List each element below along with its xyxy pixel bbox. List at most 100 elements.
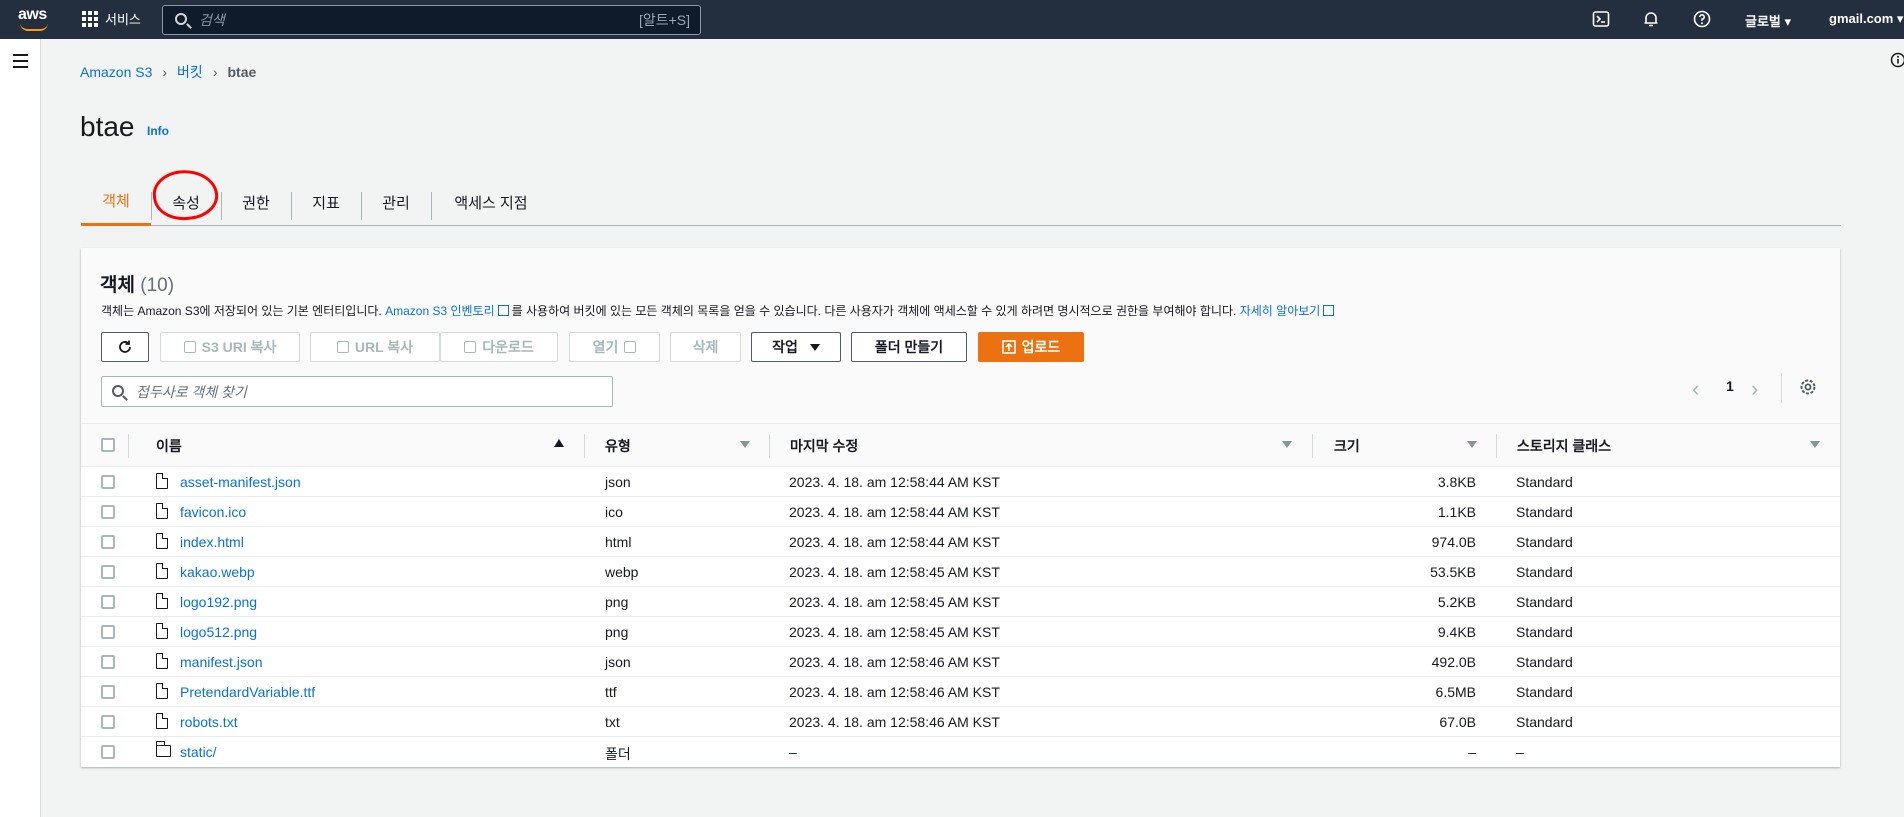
row-checkbox[interactable] <box>101 655 115 669</box>
object-modified: 2023. 4. 18. am 12:58:45 AM KST <box>789 594 1000 610</box>
table-row[interactable]: static/ 폴더 – – – <box>81 737 1840 767</box>
column-type[interactable]: 유형 <box>605 436 631 456</box>
row-checkbox[interactable] <box>101 535 115 549</box>
actions-dropdown[interactable]: 작업 <box>751 332 841 362</box>
row-checkbox[interactable] <box>101 475 115 489</box>
object-type: json <box>605 654 631 670</box>
download-icon <box>464 341 477 353</box>
tab-permissions[interactable]: 권한 <box>221 178 291 226</box>
copy-url-label: URL 복사 <box>354 339 414 355</box>
object-name-link[interactable]: logo192.png <box>180 594 257 610</box>
tab-management[interactable]: 관리 <box>361 178 431 226</box>
table-row[interactable]: manifest.json json 2023. 4. 18. am 12:58… <box>81 647 1840 677</box>
tab-access-points[interactable]: 액세스 지점 <box>431 178 551 226</box>
object-name-link[interactable]: manifest.json <box>180 654 262 670</box>
table-header: 이름 유형 마지막 수정 크기 스토리지 클래스 <box>81 423 1840 467</box>
object-name-link[interactable]: asset-manifest.json <box>180 474 301 490</box>
top-navigation: aws 서비스 검색 [알트+S] 글로벌 ▾ gmail.com ▾ <box>0 0 1904 39</box>
create-folder-button[interactable]: 폴더 만들기 <box>851 332 967 362</box>
row-checkbox[interactable] <box>101 685 115 699</box>
object-modified: – <box>789 744 797 760</box>
services-menu[interactable]: 서비스 <box>82 9 141 28</box>
sort-icon[interactable] <box>1467 441 1477 448</box>
external-link-icon <box>1323 305 1335 316</box>
object-name-link[interactable]: kakao.webp <box>180 564 255 580</box>
sort-icon[interactable] <box>1282 441 1292 448</box>
bell-icon[interactable] <box>1642 10 1660 28</box>
row-checkbox[interactable] <box>101 565 115 579</box>
sort-icon[interactable] <box>1810 441 1820 448</box>
object-name-link[interactable]: static/ <box>180 744 217 760</box>
breadcrumb-amazon-s3[interactable]: Amazon S3 <box>80 64 152 80</box>
next-page-icon[interactable]: › <box>1751 376 1758 402</box>
object-size: – <box>1468 744 1476 760</box>
sort-icon[interactable] <box>740 441 750 448</box>
table-row[interactable]: logo512.png png 2023. 4. 18. am 12:58:45… <box>81 617 1840 647</box>
hamburger-menu-icon[interactable] <box>13 54 28 72</box>
file-icon <box>156 623 168 639</box>
object-name-link[interactable]: favicon.ico <box>180 504 246 520</box>
column-last-modified[interactable]: 마지막 수정 <box>790 436 858 456</box>
object-name-link[interactable]: robots.txt <box>180 714 238 730</box>
caret-down-icon <box>809 343 820 351</box>
column-divider <box>769 434 770 458</box>
sort-ascending-icon[interactable] <box>554 439 564 447</box>
table-row[interactable]: index.html html 2023. 4. 18. am 12:58:44… <box>81 527 1840 557</box>
copy-s3-uri-button[interactable]: S3 URI 복사 <box>160 332 300 362</box>
column-divider <box>128 434 129 458</box>
inventory-link[interactable]: Amazon S3 인벤토리 <box>385 304 495 318</box>
tab-metrics[interactable]: 지표 <box>291 178 361 226</box>
cloudshell-icon[interactable] <box>1592 10 1610 28</box>
row-checkbox[interactable] <box>101 745 115 759</box>
objects-title: 객체 (10) <box>100 270 174 297</box>
object-name-link[interactable]: index.html <box>180 534 244 550</box>
aws-logo[interactable]: aws <box>18 6 52 34</box>
column-size[interactable]: 크기 <box>1334 436 1360 456</box>
upload-button[interactable]: 업로드 <box>978 332 1084 362</box>
current-page[interactable]: 1 <box>1726 378 1734 394</box>
object-type: webp <box>605 564 639 580</box>
table-row[interactable]: kakao.webp webp 2023. 4. 18. am 12:58:45… <box>81 557 1840 587</box>
desc-text-1: 객체는 Amazon S3에 저장되어 있는 기본 엔터티입니다. <box>101 304 382 318</box>
row-checkbox[interactable] <box>101 715 115 729</box>
info-panel-icon[interactable] <box>1890 52 1904 68</box>
refresh-button[interactable] <box>101 332 149 362</box>
aws-logo-text: aws <box>18 6 47 23</box>
object-storage-class: – <box>1516 744 1524 760</box>
search-bar[interactable]: 검색 [알트+S] <box>162 5 701 35</box>
delete-button[interactable]: 삭제 <box>670 332 741 362</box>
learn-more-link[interactable]: 자세히 알아보기 <box>1240 304 1321 318</box>
object-size: 3.8KB <box>1437 474 1476 490</box>
table-row[interactable]: robots.txt txt 2023. 4. 18. am 12:58:46 … <box>81 707 1840 737</box>
breadcrumb-buckets[interactable]: 버킷 <box>177 62 203 82</box>
region-selector[interactable]: 글로벌 ▾ <box>1745 11 1791 30</box>
column-name[interactable]: 이름 <box>156 436 182 456</box>
table-row[interactable]: favicon.ico ico 2023. 4. 18. am 12:58:44… <box>81 497 1840 527</box>
object-size: 9.4KB <box>1437 624 1476 640</box>
copy-url-button[interactable]: URL 복사 <box>310 332 440 362</box>
objects-description: 객체는 Amazon S3에 저장되어 있는 기본 엔터티입니다. Amazon… <box>101 302 1337 319</box>
services-label: 서비스 <box>105 12 141 27</box>
row-checkbox[interactable] <box>101 625 115 639</box>
info-link[interactable]: Info <box>147 124 169 138</box>
download-button[interactable]: 다운로드 <box>440 332 558 362</box>
table-row[interactable]: asset-manifest.json json 2023. 4. 18. am… <box>81 467 1840 497</box>
column-storage-class[interactable]: 스토리지 클래스 <box>1517 436 1611 456</box>
gear-icon[interactable] <box>1798 377 1818 397</box>
help-icon[interactable] <box>1693 10 1711 28</box>
tab-bar: 객체 속성 권한 지표 관리 액세스 지점 <box>81 178 1841 226</box>
object-name-link[interactable]: PretendardVariable.ttf <box>180 684 315 700</box>
object-modified: 2023. 4. 18. am 12:58:44 AM KST <box>789 534 1000 550</box>
account-menu[interactable]: gmail.com ▾ <box>1829 11 1903 27</box>
object-modified: 2023. 4. 18. am 12:58:46 AM KST <box>789 654 1000 670</box>
table-row[interactable]: logo192.png png 2023. 4. 18. am 12:58:45… <box>81 587 1840 617</box>
table-row[interactable]: PretendardVariable.ttf ttf 2023. 4. 18. … <box>81 677 1840 707</box>
tab-objects[interactable]: 객체 <box>81 178 151 226</box>
row-checkbox[interactable] <box>101 595 115 609</box>
prev-page-icon[interactable]: ‹ <box>1692 376 1699 402</box>
prefix-search-input[interactable]: 접두사로 객체 찾기 <box>101 376 613 407</box>
object-name-link[interactable]: logo512.png <box>180 624 257 640</box>
row-checkbox[interactable] <box>101 505 115 519</box>
select-all-checkbox[interactable] <box>101 438 115 452</box>
open-button[interactable]: 열기 <box>569 332 660 362</box>
